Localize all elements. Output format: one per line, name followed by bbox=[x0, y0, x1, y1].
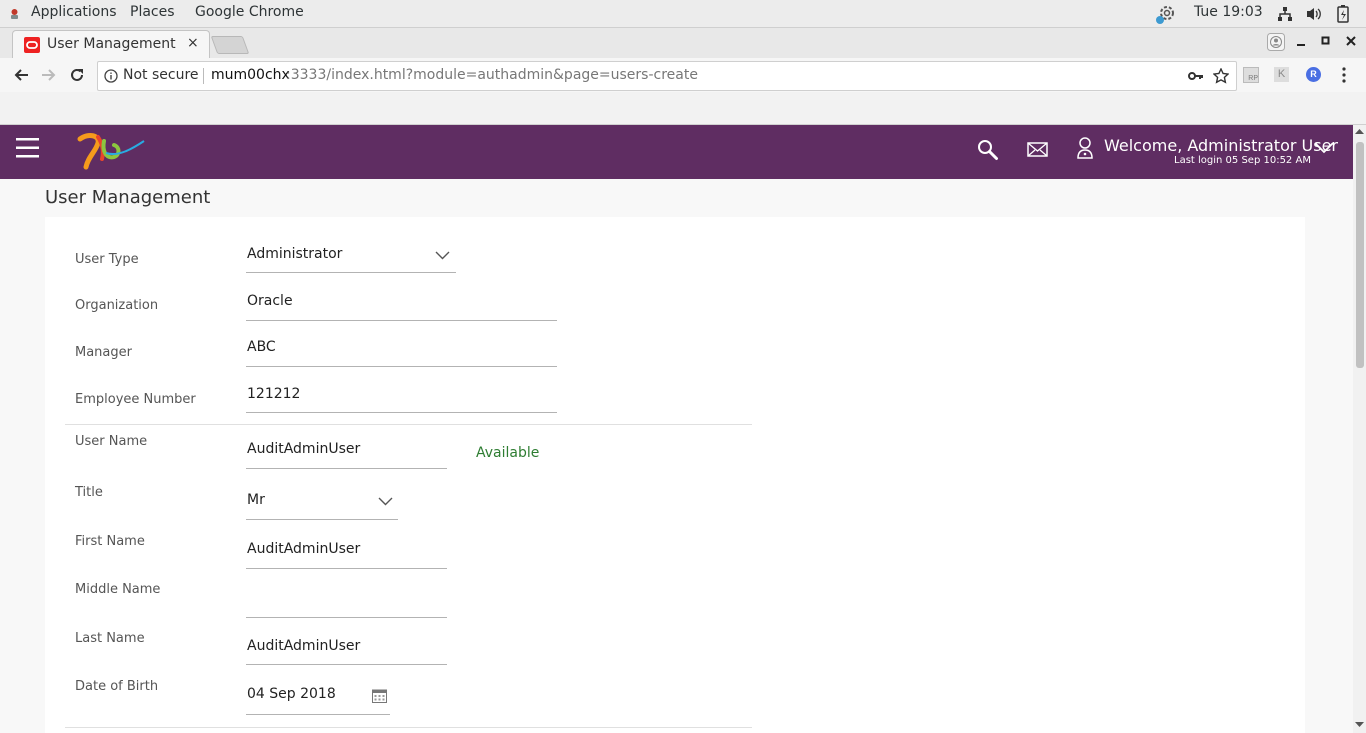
bookmark-star-icon[interactable] bbox=[1213, 68, 1229, 84]
forward-arrow-icon[interactable] bbox=[41, 67, 57, 83]
organization-label: Organization bbox=[75, 298, 159, 313]
address-bar[interactable]: Not secure mum00chx :3333/index.html?mod… bbox=[97, 61, 1237, 91]
scrollbar-thumb[interactable] bbox=[1356, 142, 1364, 368]
extension-r-icon[interactable]: R bbox=[1306, 67, 1321, 82]
search-icon[interactable] bbox=[977, 139, 999, 161]
mail-icon[interactable] bbox=[1027, 142, 1048, 157]
employee-number-field[interactable]: 121212 bbox=[247, 386, 300, 402]
bookmarks-area bbox=[0, 92, 1366, 125]
accessibility-icon[interactable] bbox=[1154, 2, 1178, 26]
extension-rp-icon[interactable]: RP bbox=[1243, 67, 1259, 83]
extension-k-icon[interactable]: K bbox=[1274, 67, 1289, 82]
profile-icon[interactable] bbox=[1267, 33, 1285, 51]
page-title: User Management bbox=[45, 187, 211, 208]
reload-icon[interactable] bbox=[69, 67, 85, 83]
manager-label: Manager bbox=[75, 345, 132, 360]
user-type-label: User Type bbox=[75, 252, 139, 267]
first-name-field[interactable]: AuditAdminUser bbox=[247, 541, 360, 557]
first-name-label: First Name bbox=[75, 534, 145, 549]
battery-icon[interactable] bbox=[1337, 5, 1349, 23]
title-chevron-down-icon[interactable] bbox=[378, 497, 393, 506]
scroll-up-arrow-icon[interactable] bbox=[1355, 128, 1364, 134]
system-top-bar: Applications Places Google Chrome Tue 19… bbox=[0, 0, 1366, 28]
tab-strip: User Management - × bbox=[0, 28, 1366, 59]
new-tab-button[interactable] bbox=[210, 36, 250, 54]
app-menu-icon bbox=[11, 9, 18, 19]
user-name-availability-status: Available bbox=[476, 445, 540, 461]
places-menu[interactable]: Places bbox=[130, 4, 175, 20]
oracle-favicon bbox=[24, 37, 40, 53]
browser-toolbar: Not secure mum00chx :3333/index.html?mod… bbox=[0, 58, 1366, 92]
employee-number-underline bbox=[246, 412, 557, 413]
app-header: Welcome, Administrator User Last login 0… bbox=[0, 125, 1353, 179]
middle-name-underline bbox=[246, 617, 447, 618]
key-icon[interactable] bbox=[1188, 71, 1204, 81]
welcome-message[interactable]: Welcome, Administrator User bbox=[1104, 136, 1338, 155]
user-name-field[interactable]: AuditAdminUser bbox=[247, 441, 360, 457]
network-icon[interactable] bbox=[1277, 6, 1293, 22]
organization-underline bbox=[246, 320, 557, 321]
first-name-underline bbox=[246, 568, 447, 569]
scroll-down-arrow-icon[interactable] bbox=[1355, 722, 1364, 728]
user-type-underline bbox=[246, 272, 456, 273]
organization-field[interactable]: Oracle bbox=[247, 293, 293, 309]
middle-name-label: Middle Name bbox=[75, 582, 161, 597]
chevron-down-icon[interactable] bbox=[1314, 142, 1334, 154]
title-select[interactable]: Mr bbox=[247, 492, 265, 508]
date-of-birth-label: Date of Birth bbox=[75, 679, 159, 694]
user-name-underline bbox=[246, 468, 447, 469]
info-icon bbox=[104, 69, 118, 83]
clock[interactable]: Tue 19:03 bbox=[1194, 4, 1263, 20]
volume-icon[interactable] bbox=[1306, 6, 1322, 22]
last-login-info: Last login 05 Sep 10:52 AM bbox=[1174, 155, 1311, 166]
last-name-label: Last Name bbox=[75, 631, 145, 646]
back-arrow-icon[interactable] bbox=[13, 67, 29, 83]
employee-number-label: Employee Number bbox=[75, 392, 196, 407]
browser-tab[interactable]: User Management - × bbox=[12, 30, 210, 59]
section-divider-bottom bbox=[65, 727, 752, 728]
last-name-field[interactable]: AuditAdminUser bbox=[247, 638, 360, 654]
hamburger-menu-icon[interactable] bbox=[16, 138, 40, 158]
tab-title: User Management - bbox=[47, 36, 177, 52]
chrome-menu-icon[interactable] bbox=[1342, 67, 1346, 83]
date-of-birth-field[interactable]: 04 Sep 2018 bbox=[247, 686, 336, 702]
manager-field[interactable]: ABC bbox=[247, 339, 276, 355]
chrome-app-menu[interactable]: Google Chrome bbox=[195, 4, 304, 20]
user-name-label: User Name bbox=[75, 434, 148, 449]
applications-menu[interactable]: Applications bbox=[31, 4, 117, 20]
last-name-underline bbox=[246, 664, 447, 665]
title-label: Title bbox=[75, 485, 103, 500]
maximize-icon[interactable] bbox=[1321, 36, 1331, 46]
minimize-icon[interactable] bbox=[1296, 36, 1306, 46]
title-underline bbox=[246, 519, 398, 520]
app-logo bbox=[77, 133, 145, 170]
date-of-birth-underline bbox=[246, 714, 390, 715]
security-status[interactable]: Not secure bbox=[123, 67, 199, 83]
calendar-icon[interactable] bbox=[372, 688, 387, 703]
user-icon[interactable] bbox=[1076, 137, 1094, 159]
user-create-form bbox=[45, 217, 1305, 733]
url-host: mum00chx bbox=[211, 67, 290, 83]
manager-underline bbox=[246, 366, 557, 367]
window-close-icon[interactable] bbox=[1346, 36, 1356, 46]
tab-close-icon[interactable]: × bbox=[187, 35, 199, 51]
section-divider bbox=[65, 424, 752, 425]
user-type-chevron-down-icon[interactable] bbox=[435, 251, 450, 260]
url-path: :3333/index.html?module=authadmin&page=u… bbox=[286, 67, 698, 83]
user-type-select[interactable]: Administrator bbox=[247, 246, 342, 262]
omnibox-divider bbox=[203, 68, 204, 84]
